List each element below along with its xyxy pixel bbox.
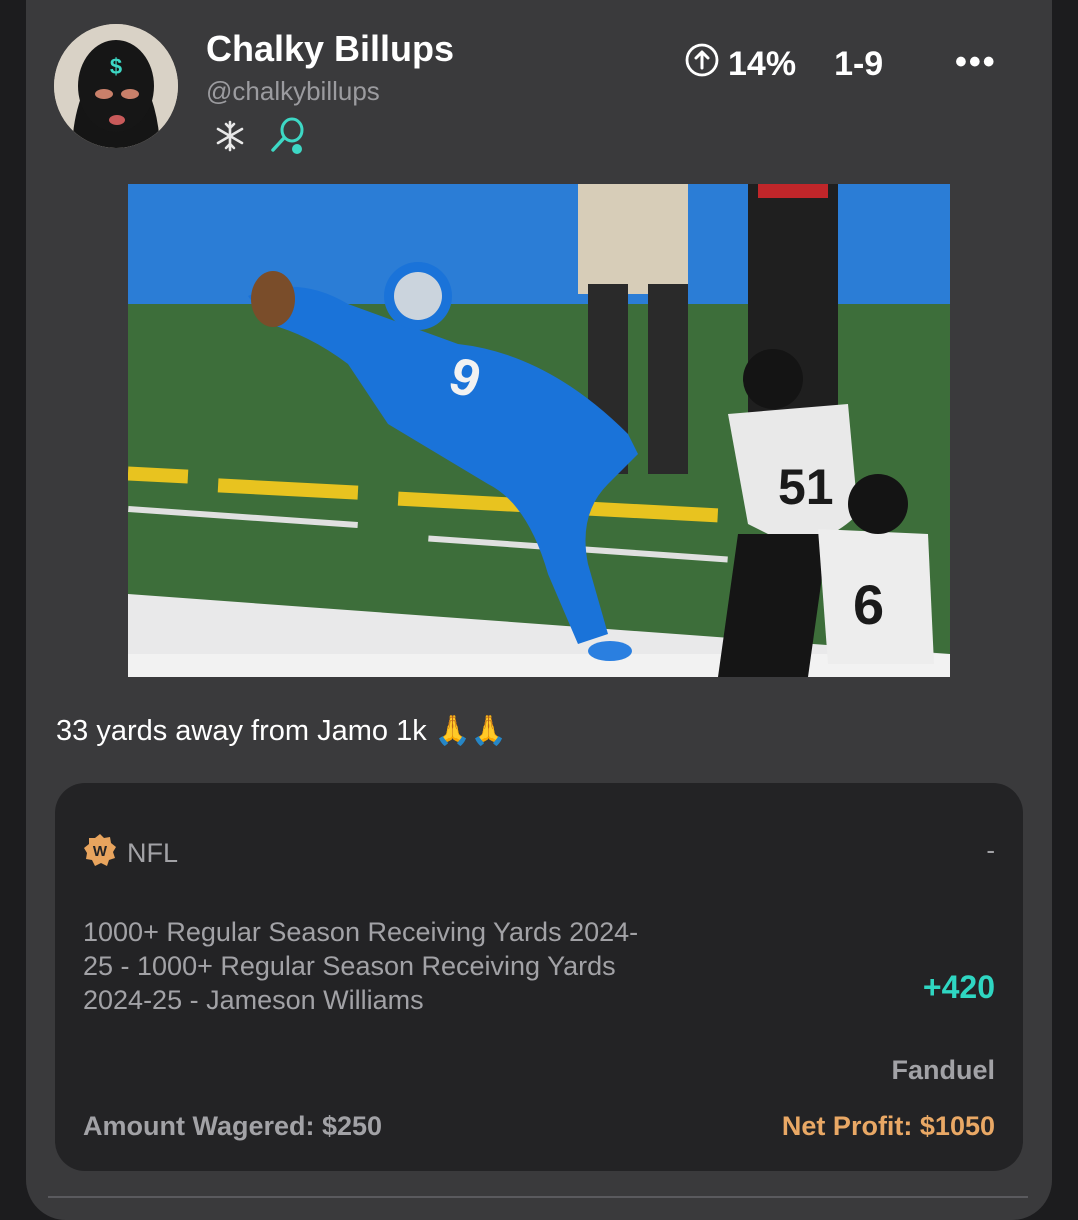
user-handle[interactable]: @chalkybillups [206, 76, 380, 107]
roi-value: 14% [728, 44, 797, 83]
divider [48, 1196, 1028, 1198]
bet-slip[interactable]: W NFL - 1000+ Regular Season Receiving Y… [55, 783, 1023, 1171]
user-badges [212, 116, 308, 161]
net-profit: Net Profit: $1050 [781, 1111, 995, 1141]
user-name[interactable]: Chalky Billups [206, 28, 454, 70]
post-caption: 33 yards away from Jamo 1k 🙏🙏 [56, 715, 507, 747]
record-value: 1-9 [834, 44, 884, 83]
arrow-up-circle-icon [684, 42, 720, 87]
user-stats: 14% 1-9 [684, 42, 884, 87]
sportsbook-name: Fanduel [891, 1055, 995, 1085]
league-name: NFL [127, 838, 179, 868]
bet-description: 1000+ Regular Season Receiving Yards 202… [83, 917, 639, 1015]
more-options-button[interactable]: ••• [955, 45, 997, 79]
roi-stat: 14% [684, 42, 796, 87]
svg-text:51: 51 [778, 459, 834, 515]
snowflake-icon [212, 118, 248, 159]
bet-league: W NFL [83, 833, 178, 874]
svg-text:6: 6 [853, 573, 884, 636]
svg-text:$: $ [110, 54, 122, 79]
tennis-racket-icon [268, 116, 308, 161]
avatar[interactable]: $ [54, 24, 178, 148]
amount-wagered: Amount Wagered: $250 [83, 1111, 383, 1141]
svg-text:W: W [93, 843, 108, 860]
bet-odds: +420 [922, 969, 995, 1005]
bet-status: - [986, 835, 995, 865]
league-logo-icon: W [83, 833, 117, 874]
post-image[interactable]: 9 51 6 [128, 184, 950, 677]
